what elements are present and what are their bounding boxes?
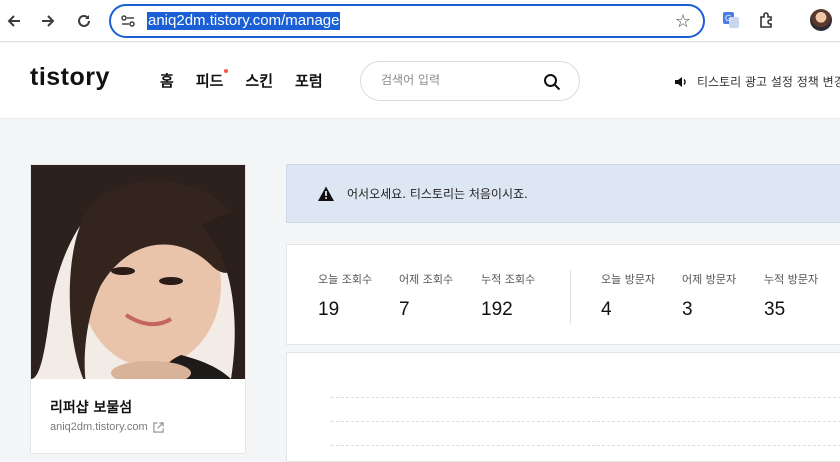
search-icon[interactable] — [543, 73, 561, 91]
arrow-left-icon — [7, 15, 20, 27]
url-text[interactable]: aniq2dm.tistory.com/manage — [147, 12, 341, 30]
nav-feed-label: 피드 — [195, 72, 224, 90]
external-link-icon — [152, 421, 164, 433]
puzzle-icon[interactable] — [756, 9, 778, 31]
visitor-chart-panel — [286, 352, 840, 462]
stat-label: 누적 조회수 — [481, 273, 536, 286]
stat-label: 누적 방문자 — [764, 273, 819, 286]
stats-divider — [570, 270, 571, 324]
tistory-logo[interactable]: tistory — [30, 63, 110, 92]
reload-button[interactable] — [72, 9, 96, 33]
tune-icon[interactable] — [120, 13, 136, 29]
nav-home[interactable]: 홈 — [160, 70, 174, 91]
stat-value: 192 — [481, 299, 513, 320]
svg-text:G: G — [725, 14, 731, 23]
stat-today-views: 오늘 조회수 19 — [318, 271, 372, 321]
site-header: tistory 홈 피드 스킨 포럼 티스토리 광고 설정 정책 변경 — [0, 43, 840, 119]
stat-label: 어제 방문자 — [682, 273, 737, 286]
address-bar[interactable]: aniq2dm.tistory.com/manage ☆ — [109, 4, 705, 38]
blog-url-link[interactable]: aniq2dm.tistory.com — [50, 421, 164, 433]
stat-today-visitors: 오늘 방문자 4 — [601, 271, 655, 321]
stat-value: 35 — [764, 299, 786, 320]
welcome-message: 어서오세요. 티스토리는 처음이시죠. — [347, 187, 528, 201]
profile-card: 리퍼샵 보물섬 aniq2dm.tistory.com — [30, 164, 246, 454]
stat-label: 오늘 조회수 — [318, 273, 373, 286]
chart-gridline — [331, 397, 840, 398]
stat-label: 오늘 방문자 — [601, 273, 656, 286]
profile-avatar[interactable] — [810, 9, 832, 31]
blog-profile-image[interactable] — [31, 165, 245, 379]
stat-value: 4 — [601, 299, 612, 320]
stats-panel: 오늘 조회수 19 어제 조회수 7 누적 조회수 192 오늘 방문자 4 어… — [286, 244, 840, 345]
nav-feed[interactable]: 피드 — [195, 69, 229, 91]
main-nav: 홈 피드 스킨 포럼 — [160, 69, 345, 91]
nav-forum[interactable]: 포럼 — [295, 70, 323, 91]
stat-value: 19 — [318, 299, 340, 320]
warning-icon — [318, 186, 334, 201]
chart-gridline — [331, 445, 840, 446]
stat-total-visitors: 누적 방문자 35 — [764, 271, 818, 321]
notice-banner[interactable]: 티스토리 광고 설정 정책 변경 — [673, 73, 840, 90]
stat-yesterday-views: 어제 조회수 7 — [399, 271, 453, 321]
blog-name[interactable]: 리퍼샵 보물섬 — [50, 397, 132, 417]
stat-value: 7 — [399, 299, 410, 320]
back-button[interactable] — [2, 9, 26, 33]
star-icon[interactable]: ☆ — [675, 11, 691, 32]
translate-icon[interactable]: G — [720, 9, 742, 31]
search-input[interactable] — [381, 73, 541, 87]
forward-button[interactable] — [36, 9, 60, 33]
search-box — [360, 61, 580, 101]
arrow-right-icon — [42, 15, 55, 27]
new-dot-badge — [224, 69, 229, 73]
stat-value: 3 — [682, 299, 693, 320]
stat-yesterday-visitors: 어제 방문자 3 — [682, 271, 736, 321]
welcome-banner: 어서오세요. 티스토리는 처음이시죠. — [286, 164, 840, 223]
blog-url-text: aniq2dm.tistory.com — [50, 421, 148, 433]
stat-total-views: 누적 조회수 192 — [481, 271, 535, 321]
notice-text[interactable]: 티스토리 광고 설정 정책 변경 — [697, 73, 840, 90]
stat-label: 어제 조회수 — [399, 273, 454, 286]
browser-toolbar: aniq2dm.tistory.com/manage ☆ G — [0, 0, 840, 42]
reload-icon — [78, 14, 90, 27]
nav-skin[interactable]: 스킨 — [245, 70, 273, 91]
chart-gridline — [331, 421, 840, 422]
speaker-icon — [675, 76, 686, 87]
